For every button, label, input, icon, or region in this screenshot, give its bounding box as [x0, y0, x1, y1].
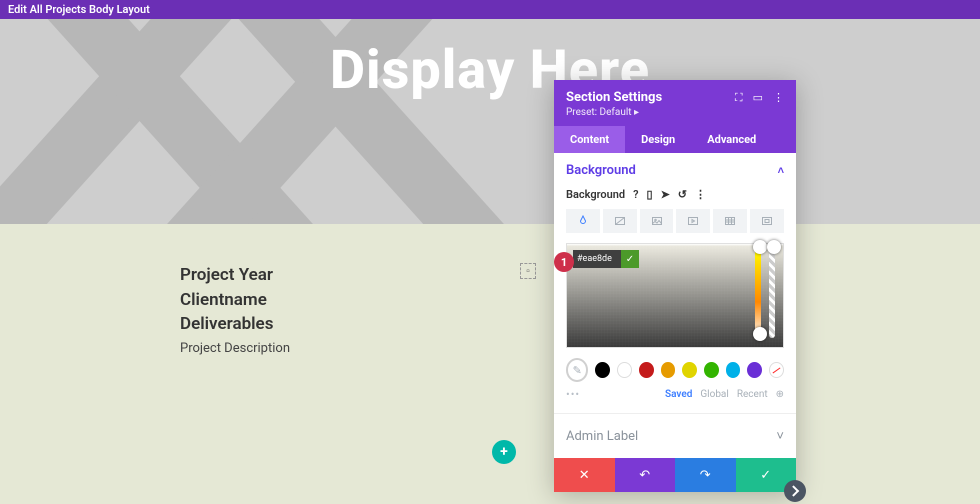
- background-section: Background ˄ Background ? ▯ ➤ ↺ ⋮ 1 ✓: [554, 153, 796, 414]
- undo-button[interactable]: ↶: [615, 458, 676, 492]
- bg-tab-gradient[interactable]: [603, 209, 637, 233]
- chevron-down-icon: ˅: [776, 428, 784, 444]
- filter-recent[interactable]: Recent: [737, 389, 768, 400]
- step-marker: 1: [554, 252, 574, 272]
- swatch-green[interactable]: [704, 362, 719, 378]
- project-description: Project Description: [180, 341, 290, 356]
- bg-tab-video[interactable]: [676, 209, 710, 233]
- swatch-yellow[interactable]: [682, 362, 697, 378]
- bg-tab-mask[interactable]: [750, 209, 784, 233]
- broken-image-icon: ▫: [520, 263, 536, 279]
- hue-knob[interactable]: [753, 240, 767, 254]
- background-section-title: Background: [566, 163, 636, 178]
- swatch-purple[interactable]: [747, 362, 762, 378]
- menu-icon[interactable]: ⋮: [773, 91, 784, 105]
- more-swatches[interactable]: •••: [566, 388, 580, 401]
- resize-handle[interactable]: [784, 480, 806, 502]
- filter-saved[interactable]: Saved: [665, 389, 692, 400]
- cursor-icon[interactable]: ➤: [661, 188, 670, 201]
- hex-input[interactable]: [573, 250, 621, 268]
- panel-header[interactable]: Section Settings ⛶ ▭ ⋮ Preset: Default ▸: [554, 80, 796, 126]
- alpha-slider[interactable]: [769, 248, 775, 338]
- swatch-white[interactable]: [617, 362, 632, 378]
- hero-title: Display Here: [0, 39, 980, 102]
- alpha-knob[interactable]: [767, 240, 781, 254]
- redo-button[interactable]: ↷: [675, 458, 736, 492]
- confirm-hex-button[interactable]: ✓: [621, 250, 639, 268]
- tab-content[interactable]: Content: [554, 126, 625, 153]
- bg-tab-pattern[interactable]: [713, 209, 747, 233]
- add-section-button[interactable]: +: [492, 440, 516, 464]
- device-icon[interactable]: ▯: [647, 188, 653, 201]
- chevron-up-icon[interactable]: ˄: [778, 164, 784, 177]
- help-icon[interactable]: ?: [633, 188, 638, 201]
- panel-title: Section Settings: [566, 90, 662, 105]
- bg-tab-color[interactable]: [566, 209, 600, 233]
- hue-slider[interactable]: [755, 248, 761, 338]
- tab-advanced[interactable]: Advanced: [691, 126, 772, 153]
- reset-icon[interactable]: ↺: [678, 188, 687, 201]
- settings-panel: Section Settings ⛶ ▭ ⋮ Preset: Default ▸…: [554, 80, 796, 492]
- page-top-bar: Edit All Projects Body Layout: [0, 0, 980, 19]
- cancel-button[interactable]: ✕: [554, 458, 615, 492]
- preset-selector[interactable]: Preset: Default ▸: [566, 107, 784, 118]
- panel-actions: ✕ ↶ ↷ ✓: [554, 458, 796, 492]
- color-picker-canvas[interactable]: 1 ✓: [566, 243, 784, 348]
- swatch-black[interactable]: [595, 362, 610, 378]
- hero-banner: Display Here: [0, 19, 980, 224]
- admin-label-title: Admin Label: [566, 429, 638, 444]
- more-icon[interactable]: ⋮: [695, 188, 706, 201]
- eyedropper-button[interactable]: ✎: [566, 358, 588, 382]
- content-section: Project Year Clientname Deliverables Pro…: [0, 225, 980, 405]
- swatch-red[interactable]: [639, 362, 654, 378]
- swatch-none[interactable]: [769, 362, 784, 378]
- hue-knob-2[interactable]: [753, 327, 767, 341]
- filter-global[interactable]: Global: [700, 389, 728, 400]
- page-title: Edit All Projects Body Layout: [8, 3, 150, 16]
- project-deliverables: Deliverables: [180, 312, 290, 337]
- copy-icon[interactable]: ▭: [753, 91, 763, 105]
- project-year: Project Year: [180, 263, 290, 288]
- color-swatches: ✎: [566, 358, 784, 382]
- background-label: Background: [566, 188, 625, 201]
- bg-tab-image[interactable]: [640, 209, 674, 233]
- tab-design[interactable]: Design: [625, 126, 691, 153]
- add-swatch-icon[interactable]: ⊕: [776, 389, 784, 400]
- panel-tabs: Content Design Advanced: [554, 126, 796, 153]
- project-client: Clientname: [180, 288, 290, 313]
- swatch-cyan[interactable]: [726, 362, 741, 378]
- swatch-orange[interactable]: [661, 362, 676, 378]
- expand-icon[interactable]: ⛶: [735, 91, 743, 105]
- project-text-block: Project Year Clientname Deliverables Pro…: [180, 263, 290, 356]
- admin-label-section[interactable]: Admin Label ˅: [554, 414, 796, 458]
